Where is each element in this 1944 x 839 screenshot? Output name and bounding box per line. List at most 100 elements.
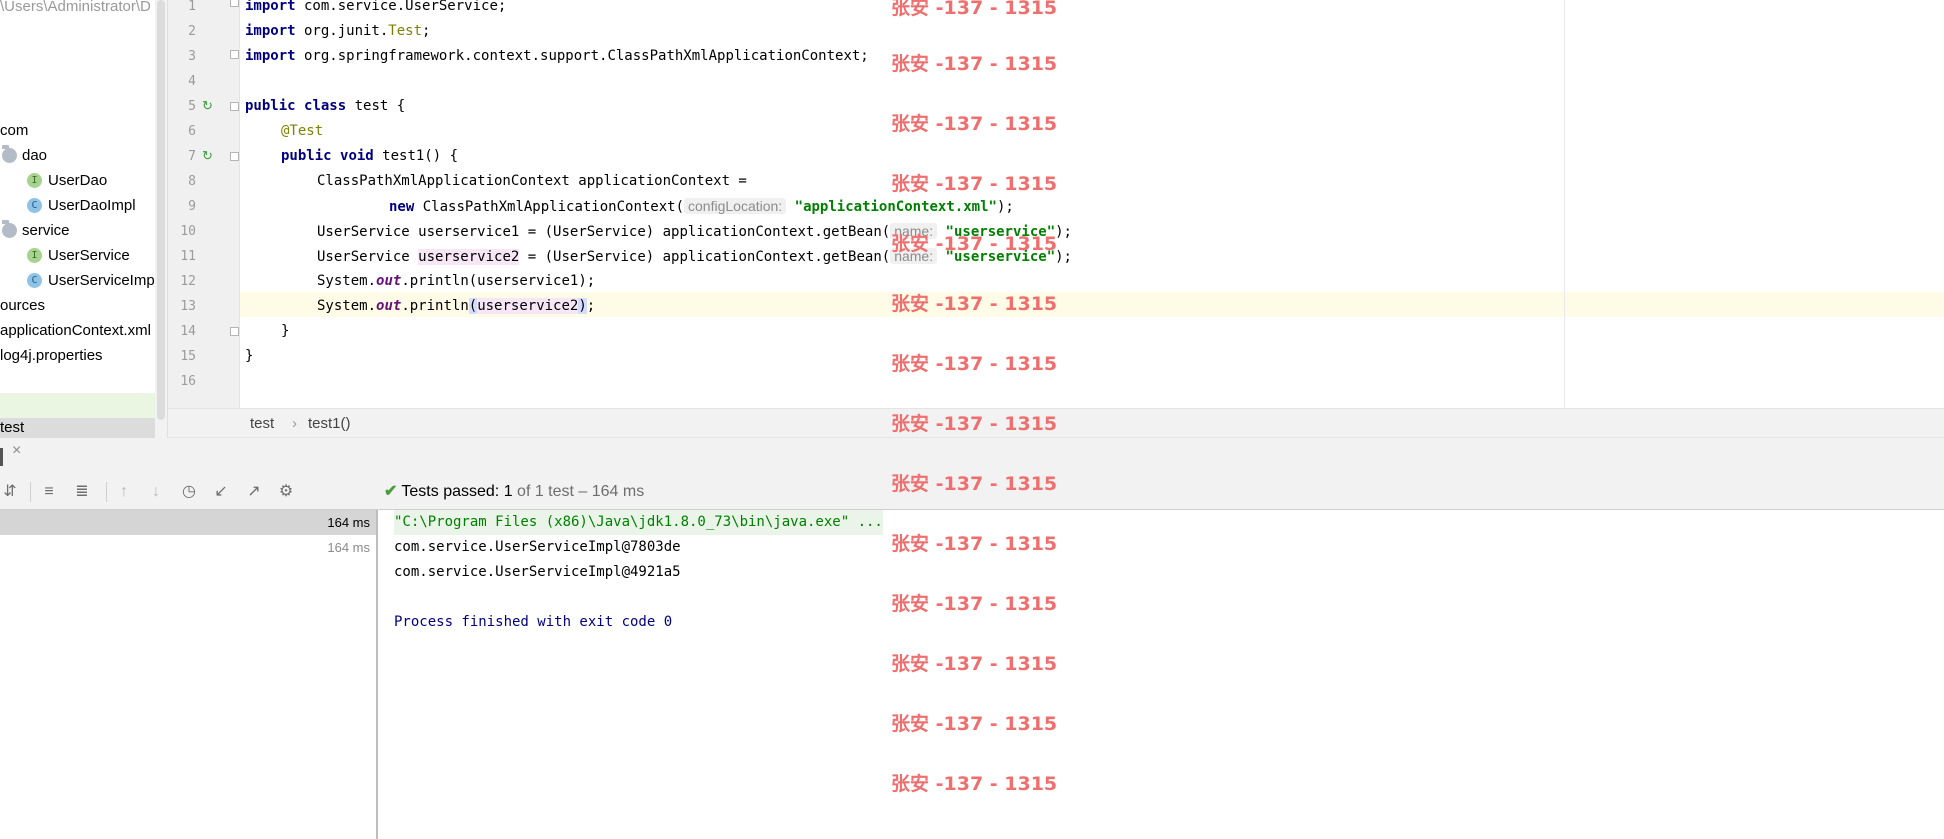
code-line-9: new ClassPathXmlApplicationContext(confi… [389,198,1014,215]
tree-item-userserviceimpl[interactable]: C UserServiceImpl [0,268,167,293]
watermark-text: 张安 -137 - 1315 [891,713,1058,735]
code-line-7: public void test1() { [281,148,459,164]
toolbar-separator [106,482,107,502]
code-line-5: public class test { [245,98,406,114]
tree-item-label: dao [22,147,48,164]
code-line-14: } [281,323,290,339]
export-tests-icon[interactable]: ↗ [244,482,264,502]
tree-item-log4j[interactable]: log4j.properties [0,343,167,368]
tree-item-label: test [0,419,25,436]
fold-icon[interactable] [230,152,239,161]
parameter-hint: configLocation: [684,198,787,214]
tree-item-userservice[interactable]: I UserService [0,243,167,268]
run-tab-marker [0,448,3,466]
tree-item-label: log4j.properties [0,347,103,364]
watermark-text: 张安 -137 - 1315 [891,0,1058,19]
line-number: 13 [180,299,196,314]
tree-item-label: UserDaoImpl [48,197,136,214]
watermark-text: 张安 -137 - 1315 [891,53,1058,75]
console-output[interactable]: "C:\Program Files (x86)\Java\jdk1.8.0_73… [380,510,1944,839]
sort-icon[interactable]: ⇵ [0,482,20,502]
right-margin-guide [1564,0,1565,408]
line-number: 11 [180,249,196,264]
watermark-text: 张安 -137 - 1315 [891,113,1058,135]
tree-item-label: com [0,122,29,139]
project-tree-panel: \Users\Administrator\D com dao I UserDao… [0,0,168,438]
tree-item-highlight[interactable] [0,393,167,418]
folder-icon [2,220,17,238]
console-command-line: "C:\Program Files (x86)\Java\jdk1.8.0_73… [394,510,883,535]
watermark-text: 张安 -137 - 1315 [891,173,1058,195]
scrollbar-thumb[interactable] [157,0,165,420]
tree-item-service[interactable]: service [0,218,167,243]
line-number: 12 [180,274,196,289]
editor-gutter: 1 2 3 4 5 6 7 8 9 10 11 12 13 14 15 16 ↻… [168,0,240,408]
tree-item-label: applicationContext.xml [0,322,151,339]
close-tab-icon[interactable]: × [12,442,21,460]
tree-item-userdao[interactable]: I UserDao [0,168,167,193]
tests-status: ✔ Tests passed: 1 of 1 test – 164 ms [384,483,645,500]
previous-failed-icon[interactable]: ↑ [114,482,134,502]
line-number: 5 [188,99,196,114]
watermark-text: 张安 -137 - 1315 [891,473,1058,495]
expand-all-icon[interactable]: ≡ [39,482,59,502]
interface-icon: I [27,248,42,263]
code-line-8: ClassPathXmlApplicationContext applicati… [317,173,747,189]
test-duration: 164 ms [327,515,370,530]
line-number: 6 [188,124,196,139]
watermark-text: 张安 -137 - 1315 [891,593,1058,615]
passed-check-icon: ✔ [384,483,398,500]
watermark-text: 张安 -137 - 1315 [891,353,1058,375]
code-line-6: @Test [281,123,324,139]
tree-item-label: UserDao [48,172,108,189]
line-number: 3 [188,49,196,64]
tree-item-label: ources [0,297,46,314]
line-number: 15 [180,349,196,364]
project-scrollbar[interactable] [155,0,167,438]
line-number: 7 [188,149,196,164]
console-exit-line: Process finished with exit code 0 [394,614,673,630]
line-number: 14 [180,324,196,339]
code-editor[interactable]: import com.service.UserService; import o… [240,0,1944,408]
test-result-row[interactable]: 164 ms [0,535,376,560]
breadcrumb-separator: › [292,415,297,432]
import-tests-icon[interactable]: ↙ [211,482,231,502]
watermark-text: 张安 -137 - 1315 [891,233,1058,255]
next-failed-icon[interactable]: ↓ [146,482,166,502]
code-line-12: System.out.println(userservice1); [317,273,596,289]
code-line-1: import com.service.UserService; [245,0,507,14]
run-test-icon[interactable]: ↻ [202,149,216,163]
tree-item-resources[interactable]: ources [0,293,167,318]
line-number: 1 [188,0,196,14]
tree-item-label: UserServiceImpl [48,272,159,289]
test-result-row[interactable]: 164 ms [0,510,376,535]
fold-icon[interactable] [230,102,239,111]
settings-gear-icon[interactable]: ⚙ [276,482,296,502]
watermark-text: 张安 -137 - 1315 [891,413,1058,435]
fold-icon[interactable] [230,0,239,7]
watermark-text: 张安 -137 - 1315 [891,533,1058,555]
console-output-line: com.service.UserServiceImpl@4921a5 [394,564,681,580]
watermark-text: 张安 -137 - 1315 [891,653,1058,675]
tree-item-applicationcontext[interactable]: applicationContext.xml [0,318,167,343]
class-icon: C [27,198,42,213]
collapse-all-icon[interactable]: ≣ [72,482,92,502]
code-line-15: } [245,348,254,364]
code-line-2: import org.junit.Test; [245,23,431,39]
breadcrumb-method[interactable]: test1() [308,409,351,439]
watermark-text: 张安 -137 - 1315 [891,293,1058,315]
run-class-icon[interactable]: ↻ [202,99,216,113]
fold-icon[interactable] [230,327,239,336]
tree-item-userdaoimpl[interactable]: C UserDaoImpl [0,193,167,218]
breadcrumb-class[interactable]: test [250,409,274,439]
fold-icon[interactable] [230,50,239,59]
tree-item-dao[interactable]: dao [0,143,167,168]
console-output-line: com.service.UserServiceImpl@7803de [394,539,681,555]
tree-item-com[interactable]: com [0,118,167,143]
project-path-label: \Users\Administrator\D [0,0,151,15]
history-icon[interactable]: ◷ [179,482,199,502]
tree-item-test[interactable]: test [0,418,167,438]
line-number: 16 [180,374,196,389]
line-number: 8 [188,174,196,189]
class-icon: C [27,273,42,288]
